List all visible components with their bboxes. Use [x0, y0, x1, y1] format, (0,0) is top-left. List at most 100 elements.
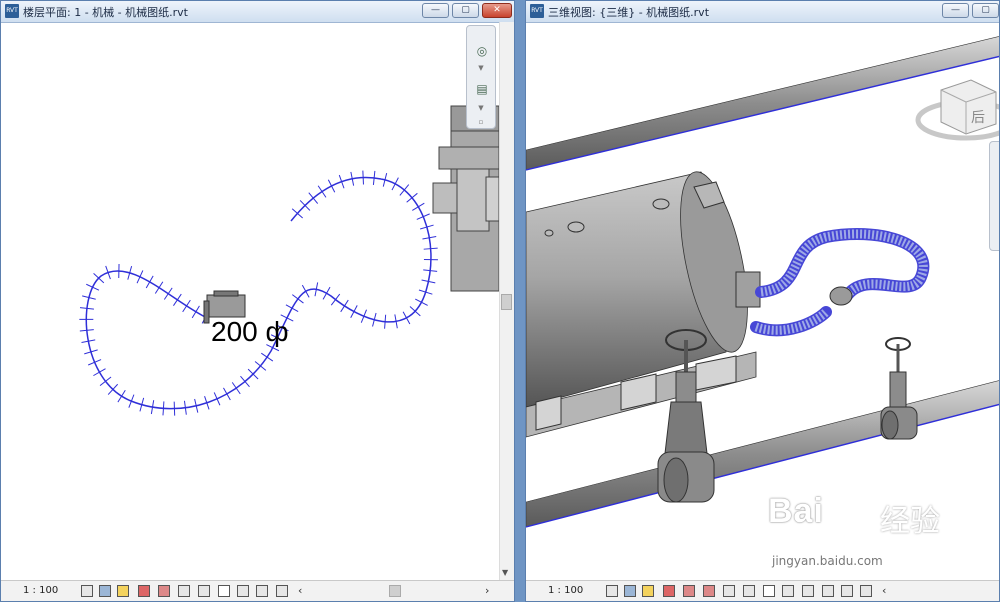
sun-path-icon[interactable] [642, 585, 654, 597]
minimize-button[interactable]: — [942, 3, 969, 18]
show-crop-region-icon[interactable] [178, 585, 190, 597]
pipe-hatch-tick [145, 275, 154, 289]
pipe-hatch-tick [231, 382, 241, 395]
restore-button[interactable]: ▢ [972, 3, 999, 18]
pipe-hatch-ticks [79, 170, 438, 416]
navigation-bar[interactable]: ◎ ▤ [989, 141, 999, 251]
reveal-hidden-icon[interactable] [218, 585, 230, 597]
pipe-hatch-tick [79, 329, 94, 332]
pipe-hatch-tick [117, 389, 126, 403]
pipe-hatch-tick [423, 247, 438, 250]
viewcube[interactable]: 后 [915, 79, 1000, 141]
watermark-brand: Bai [768, 492, 824, 530]
analytical-model-icon[interactable] [802, 585, 814, 597]
visual-style-icon[interactable] [99, 585, 111, 597]
watermark-url: jingyan.baidu.com [772, 554, 883, 568]
zoom-icon[interactable]: ▤ [474, 82, 490, 96]
vertical-scrollbar[interactable]: ▼ [499, 22, 514, 582]
pipe-hatch-tick [340, 299, 349, 313]
pipe-hatch-tick [317, 185, 327, 198]
rvt-file-icon: RVT [5, 4, 19, 18]
pipe-hatch-tick [415, 298, 428, 306]
detail-level-icon[interactable] [81, 585, 93, 597]
pipe-hatch-tick [154, 281, 164, 294]
floor-plan-canvas[interactable] [1, 22, 499, 582]
gate-valve-right [880, 337, 918, 440]
view-scale[interactable]: 1 : 100 [23, 585, 58, 596]
flexible-pipe-path [85, 176, 432, 410]
pipe-hatch-tick [86, 283, 100, 291]
pipe-hatch-tick [322, 286, 331, 300]
pipe-hatch-tick [327, 179, 336, 193]
chevron-down-icon[interactable]: ▼ [467, 64, 495, 72]
restore-button[interactable]: ▢ [452, 3, 479, 18]
reveal-hidden-icon[interactable] [782, 585, 794, 597]
pipe-hatch-tick [254, 361, 267, 371]
pipe-hatch-tick [162, 401, 165, 416]
pipe-hatch-tick [213, 392, 221, 406]
shadows-icon[interactable] [663, 585, 675, 597]
floor-plan-title: 楼层平面: 1 - 机械 - 机械图纸.rvt [23, 6, 188, 19]
chevron-down-icon[interactable]: ▼ [467, 104, 495, 112]
visual-style-icon[interactable] [624, 585, 636, 597]
analytical-model-icon[interactable] [237, 585, 249, 597]
pipe-hatch-tick [93, 368, 106, 377]
pipe-hatch-tick [402, 311, 411, 325]
pipe-hatch-tick [163, 287, 173, 300]
highlight-displacement-icon[interactable] [822, 585, 834, 597]
rvt-file-icon: RVT [530, 4, 544, 18]
watermark-cn-text: 经验 [880, 504, 940, 539]
detail-level-icon[interactable] [606, 585, 618, 597]
pipe-hatch-tick [330, 293, 341, 306]
pipe-hatch-tick [136, 270, 144, 284]
pipe-hatch-tick [99, 376, 112, 386]
pipe-hatch-tick [301, 284, 310, 298]
3d-view-titlebar[interactable]: RVT 三维视图: {三维} - 机械图纸.rvt — ▢ [526, 1, 999, 23]
pipe-hatch-tick [173, 293, 182, 306]
shadows-icon[interactable] [138, 585, 150, 597]
pipe-hatch-tick [292, 294, 304, 304]
scrollbar-thumb[interactable] [501, 294, 512, 310]
reveal-constraints-icon[interactable] [841, 585, 853, 597]
reveal-constraints-icon[interactable] [276, 585, 288, 597]
close-button[interactable]: ✕ [482, 3, 512, 18]
navigation-bar[interactable]: ◎ ▼ ▤ ▼ ▫ [466, 25, 496, 129]
baidu-watermark: Bai 经验 jingyan.baidu.com [768, 488, 1000, 578]
flex-hose [750, 228, 930, 337]
crop-view-icon[interactable] [158, 585, 170, 597]
render-icon[interactable] [683, 585, 695, 597]
scroll-right-arrow-icon[interactable]: › [485, 584, 489, 597]
nav-options-icon[interactable]: ▫ [467, 118, 495, 126]
temporary-hide-icon[interactable] [198, 585, 210, 597]
pipe-hatch-tick [285, 304, 299, 313]
floor-plan-titlebar[interactable]: RVT 楼层平面: 1 - 机械 - 机械图纸.rvt — ▢ ✕ [1, 1, 514, 23]
pipe-hatch-tick [261, 352, 274, 362]
temporary-hide-icon[interactable] [763, 585, 775, 597]
minimize-button[interactable]: — [422, 3, 449, 18]
view-control-bar: 1 : 100 ‹ [526, 580, 999, 601]
scroll-down-arrow-icon[interactable]: ▼ [502, 568, 508, 577]
steering-wheel-2d-icon[interactable]: ◎ [474, 44, 490, 58]
scroll-left-arrow-icon[interactable]: ‹ [298, 584, 302, 597]
lock-3d-view-icon[interactable] [743, 585, 755, 597]
worksharing-icon[interactable] [860, 585, 872, 597]
horizontal-scroll-thumb[interactable] [389, 585, 401, 597]
upper-pipe [526, 36, 999, 171]
pipe-hatch-tick [182, 299, 191, 313]
pipe-hatch-tick [223, 387, 231, 401]
pipe-hatch-tick [362, 170, 364, 185]
3d-view-title: 三维视图: {三维} - 机械图纸.rvt [548, 6, 710, 19]
pipe-hatch-tick [308, 192, 319, 204]
tank-equipment [526, 171, 761, 438]
highlight-displacement-icon[interactable] [256, 585, 268, 597]
floor-plan-window[interactable]: RVT 楼层平面: 1 - 机械 - 机械图纸.rvt — ▢ ✕ 200 ф … [0, 0, 515, 602]
pipe-hatch-tick [384, 314, 387, 329]
show-crop-region-icon[interactable] [723, 585, 735, 597]
pipe-size-annotation[interactable]: 200 ф [211, 316, 289, 348]
sun-path-icon[interactable] [117, 585, 129, 597]
scroll-left-arrow-icon[interactable]: ‹ [882, 584, 886, 597]
view-scale[interactable]: 1 : 100 [548, 585, 583, 596]
crop-view-icon[interactable] [703, 585, 715, 597]
view-control-bar: 1 : 100 ‹ › [1, 580, 514, 601]
viewcube-face-label[interactable]: 后 [971, 110, 985, 126]
